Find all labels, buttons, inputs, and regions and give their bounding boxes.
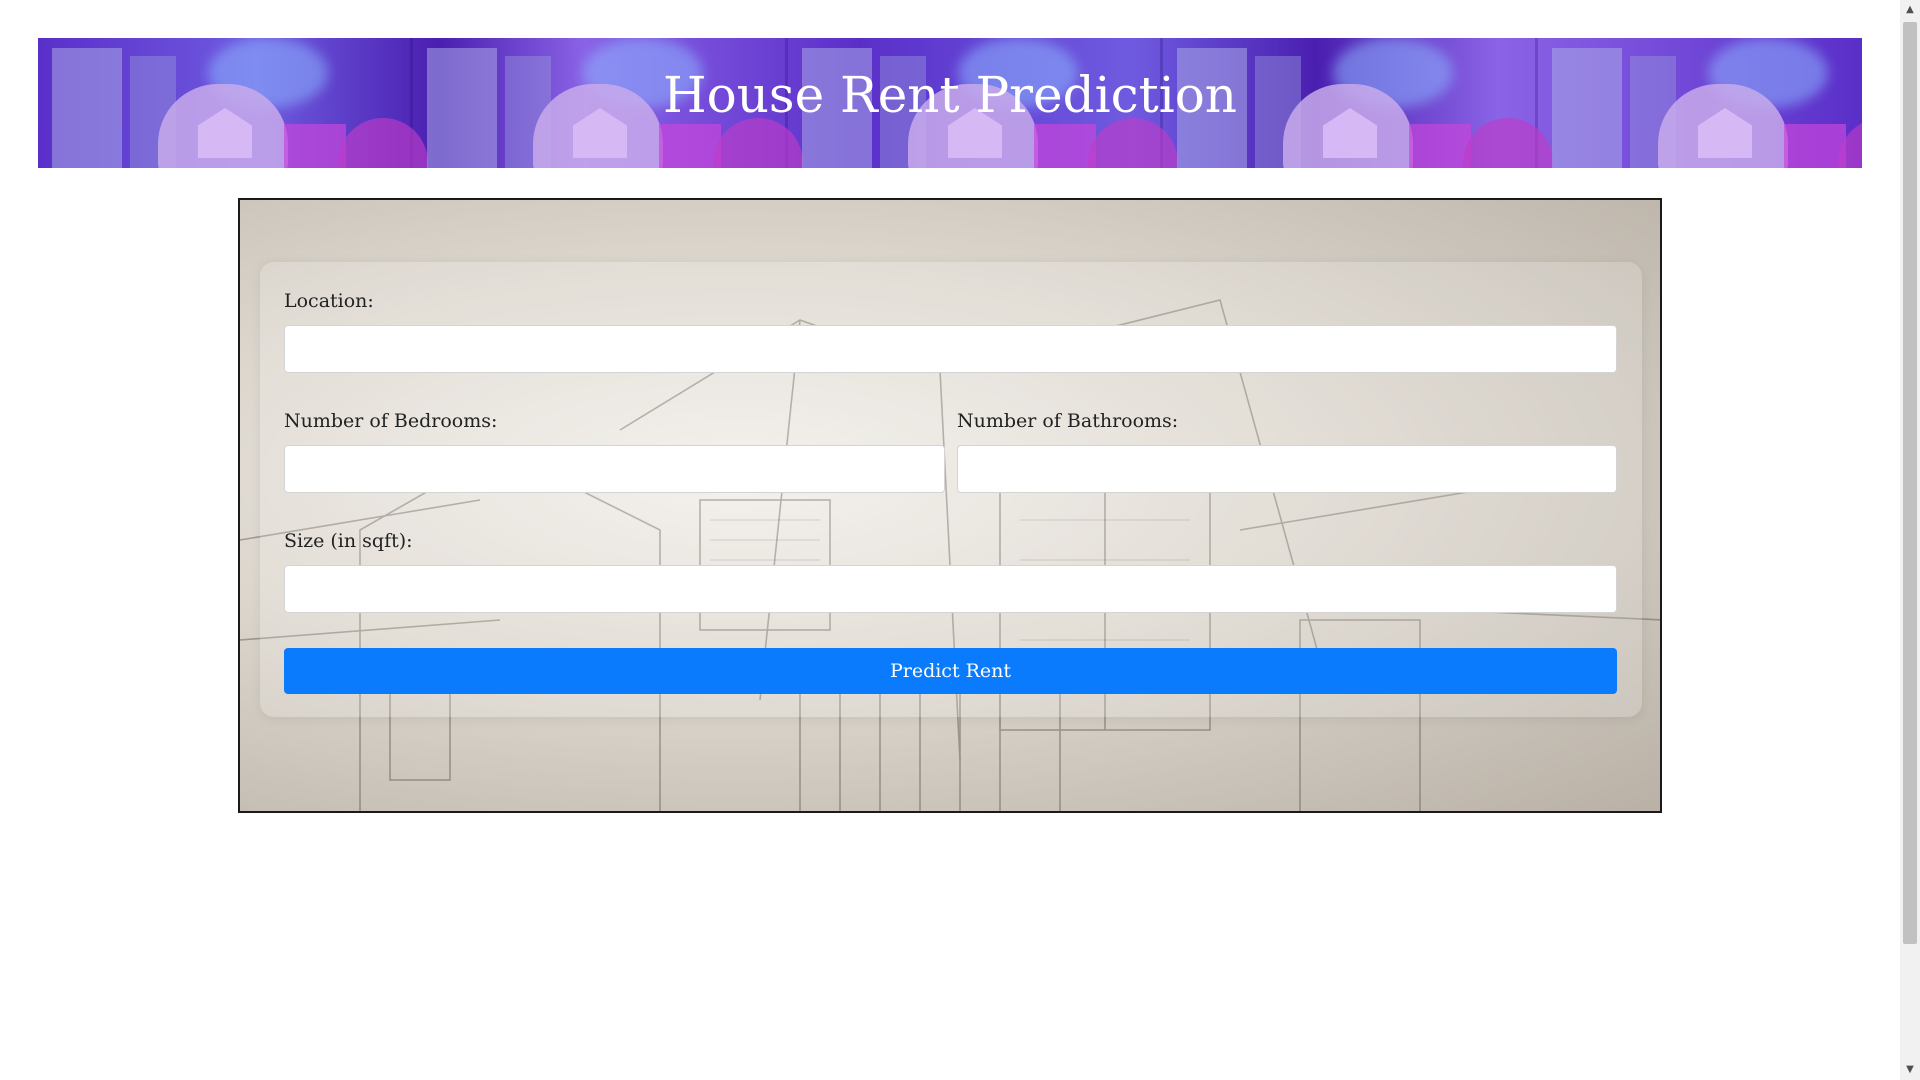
- size-input[interactable]: [284, 565, 1617, 613]
- predict-rent-button[interactable]: Predict Rent: [284, 648, 1617, 694]
- bathrooms-input[interactable]: [957, 445, 1617, 493]
- page-title: House Rent Prediction: [663, 66, 1237, 124]
- vertical-scrollbar[interactable]: ▲ ▼: [1900, 0, 1920, 1080]
- location-label: Location:: [284, 290, 374, 312]
- bedrooms-label: Number of Bedrooms:: [284, 410, 498, 432]
- form-section: Location: Number of Bedrooms: Number of …: [238, 198, 1662, 813]
- size-label: Size (in sqft):: [284, 530, 413, 552]
- scroll-down-arrow-icon[interactable]: ▼: [1900, 1060, 1920, 1080]
- scrollbar-thumb[interactable]: [1903, 22, 1917, 944]
- page: House Rent Prediction Location: Number o…: [0, 0, 1920, 1080]
- bathrooms-label: Number of Bathrooms:: [957, 410, 1179, 432]
- scroll-up-arrow-icon[interactable]: ▲: [1900, 0, 1920, 20]
- header-banner: House Rent Prediction: [38, 38, 1862, 168]
- location-input[interactable]: [284, 325, 1617, 373]
- bedrooms-input[interactable]: [284, 445, 945, 493]
